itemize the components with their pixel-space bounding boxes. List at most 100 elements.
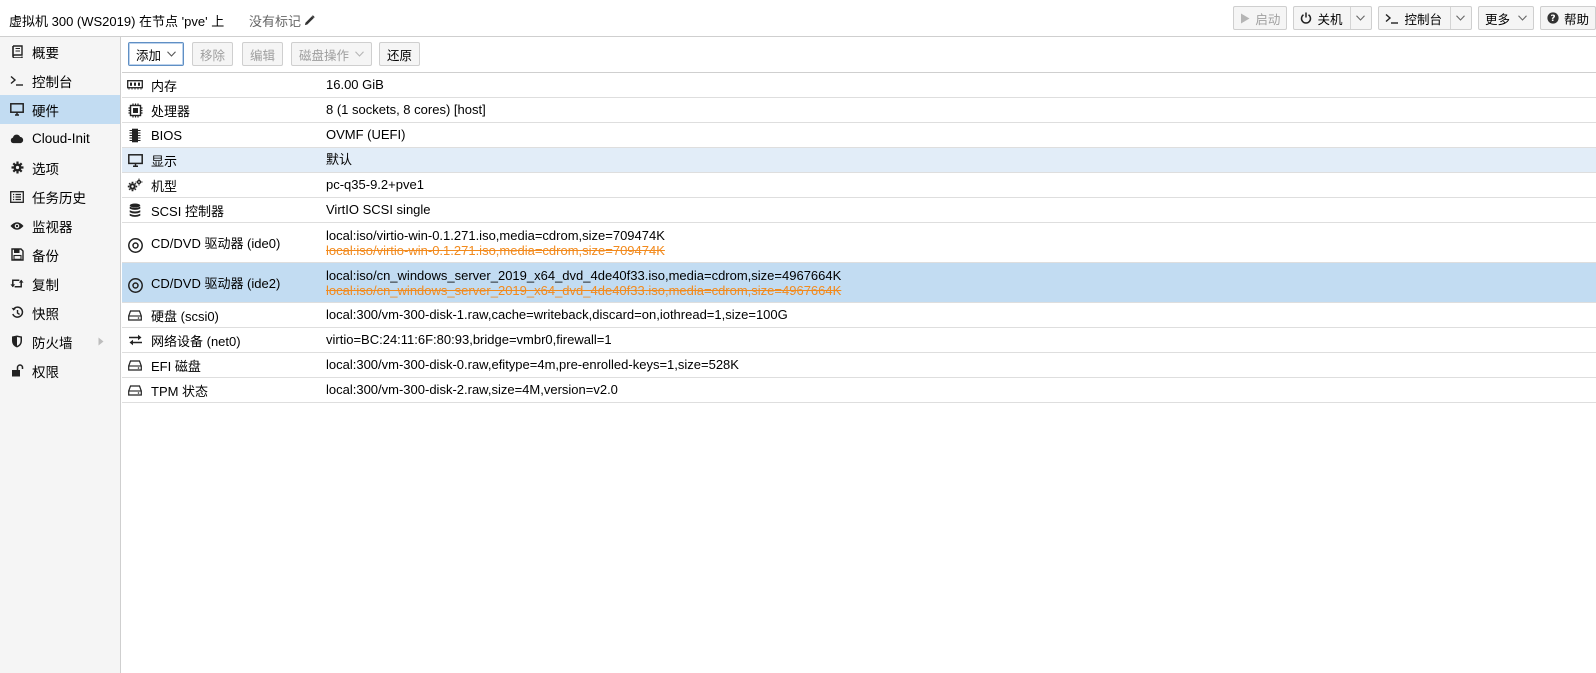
sidebar-item-summary[interactable]: 概要 <box>0 37 120 66</box>
row-value-cell: local:300/vm-300-disk-1.raw,cache=writeb… <box>326 303 1596 327</box>
play-icon <box>1240 13 1250 24</box>
row-value: 16.00 GiB <box>326 77 384 92</box>
row-key: 内存 <box>151 78 178 94</box>
sidebar-item-replication[interactable]: 复制 <box>0 269 120 298</box>
table-row[interactable]: 硬盘 (scsi0) local:300/vm-300-disk-1.raw,c… <box>122 303 1596 328</box>
more-button[interactable]: 更多 <box>1477 6 1534 30</box>
sidebar-item-backup[interactable]: 备份 <box>0 240 120 269</box>
sidebar-item-monitor[interactable]: 监视器 <box>0 211 120 240</box>
row-value-cell: VirtIO SCSI single <box>326 198 1596 222</box>
row-key-cell: 显示 <box>122 148 326 172</box>
row-key: 网络设备 (net0) <box>151 333 241 349</box>
sidebar-item-task-history[interactable]: 任务历史 <box>0 182 120 211</box>
sidebar-item-snapshots[interactable]: 快照 <box>0 298 120 327</box>
sidebar-item-label: 防火墙 <box>32 335 73 351</box>
row-value-cell: 16.00 GiB <box>326 73 1596 97</box>
eye-icon <box>10 219 24 233</box>
sidebar-item-firewall[interactable]: 防火墙 <box>0 327 120 356</box>
hardware-toolbar: 添加 移除 编辑 磁盘操作 还原 <box>122 37 1596 73</box>
console-label: 控制台 <box>1404 12 1442 27</box>
start-label: 启动 <box>1255 12 1281 27</box>
edit-label: 编辑 <box>250 48 276 63</box>
row-value: pc-q35-9.2+pve1 <box>326 177 424 192</box>
table-row[interactable]: 网络设备 (net0) virtio=BC:24:11:6F:80:93,bri… <box>122 328 1596 353</box>
table-row[interactable]: SCSI 控制器 VirtIO SCSI single <box>122 198 1596 223</box>
row-key-cell: CD/DVD 驱动器 (ide2) <box>122 263 326 302</box>
chevron-down-icon <box>355 51 364 57</box>
remove-button[interactable]: 移除 <box>192 42 234 66</box>
table-row[interactable]: TPM 状态 local:300/vm-300-disk-2.raw,size=… <box>122 378 1596 403</box>
sidebar-item-console[interactable]: 控制台 <box>0 66 120 95</box>
table-row[interactable]: 显示 默认 <box>122 148 1596 173</box>
add-button[interactable]: 添加 <box>128 42 185 66</box>
row-key: 机型 <box>151 178 178 194</box>
table-row[interactable]: BIOS OVMF (UEFI) <box>122 123 1596 148</box>
row-key: 显示 <box>151 153 178 169</box>
row-value: 8 (1 sockets, 8 cores) [host] <box>326 102 486 117</box>
sidebar-item-label: 控制台 <box>32 74 73 90</box>
unlock-icon <box>10 364 24 378</box>
sidebar: 概要 控制台 硬件 Cloud-Init 选项 任务历史 监视器 备份 复制 快… <box>0 37 121 673</box>
row-value: VirtIO SCSI single <box>326 202 431 217</box>
shutdown-button[interactable]: 关机 <box>1293 6 1373 30</box>
gear-icon <box>10 161 24 175</box>
row-key: CD/DVD 驱动器 (ide2) <box>151 276 281 291</box>
sidebar-item-label: 监视器 <box>32 219 73 235</box>
help-button[interactable]: ? 帮助 <box>1539 6 1596 30</box>
disk-action-label: 磁盘操作 <box>299 48 350 63</box>
table-row[interactable]: CD/DVD 驱动器 (ide0) local:iso/virtio-win-0… <box>122 223 1596 263</box>
disk-action-button[interactable]: 磁盘操作 <box>291 42 373 66</box>
row-key: SCSI 控制器 <box>151 203 224 219</box>
list-icon <box>10 190 24 204</box>
chevron-down-icon <box>167 51 176 57</box>
svg-text:?: ? <box>1550 14 1555 24</box>
table-row[interactable]: 处理器 8 (1 sockets, 8 cores) [host] <box>122 98 1596 123</box>
database-icon <box>127 202 143 218</box>
row-key-cell: TPM 状态 <box>122 378 326 402</box>
desktop-icon <box>10 103 24 117</box>
row-key-cell: 机型 <box>122 173 326 197</box>
tags-editor[interactable]: 没有标记 <box>249 11 315 30</box>
pencil-icon[interactable] <box>304 15 315 26</box>
row-key: EFI 磁盘 <box>151 358 201 374</box>
revert-label: 还原 <box>387 48 413 63</box>
shutdown-menu-chevron-down-icon[interactable] <box>1350 7 1366 29</box>
hdd-icon <box>127 357 143 373</box>
row-value-cell: OVMF (UEFI) <box>326 123 1596 147</box>
chevron-down-icon <box>1518 15 1527 21</box>
table-row[interactable]: 机型 pc-q35-9.2+pve1 <box>122 173 1596 198</box>
floppy-icon <box>10 248 24 262</box>
cogs-icon <box>127 177 143 193</box>
terminal-icon <box>10 74 24 88</box>
table-row[interactable]: 内存 16.00 GiB <box>122 73 1596 98</box>
table-row[interactable]: EFI 磁盘 local:300/vm-300-disk-0.raw,efity… <box>122 353 1596 378</box>
row-value: 默认 <box>326 152 353 167</box>
row-value-cell: local:iso/virtio-win-0.1.271.iso,media=c… <box>326 223 1596 262</box>
row-key-cell: BIOS <box>122 123 326 147</box>
table-row[interactable]: CD/DVD 驱动器 (ide2) local:iso/cn_windows_s… <box>122 263 1596 303</box>
history-icon <box>10 306 24 320</box>
row-value-cell: 8 (1 sockets, 8 cores) [host] <box>326 98 1596 122</box>
sidebar-item-hardware[interactable]: 硬件 <box>0 95 120 124</box>
cdrom-icon <box>127 277 143 293</box>
row-value: local:300/vm-300-disk-0.raw,efitype=4m,p… <box>326 357 739 372</box>
memory-icon <box>127 77 143 93</box>
row-key-cell: 处理器 <box>122 98 326 122</box>
top-actions: 启动 关机 控制台 更多 ? 帮助 <box>1233 6 1596 30</box>
exchange-icon <box>127 332 143 348</box>
row-value-cell: local:iso/cn_windows_server_2019_x64_dvd… <box>326 263 1596 302</box>
sidebar-item-permissions[interactable]: 权限 <box>0 356 120 385</box>
start-button[interactable]: 启动 <box>1233 6 1288 30</box>
row-key-cell: EFI 磁盘 <box>122 353 326 377</box>
sidebar-item-cloud-init[interactable]: Cloud-Init <box>0 124 120 153</box>
row-value-cell: 默认 <box>326 148 1596 172</box>
console-menu-chevron-down-icon[interactable] <box>1449 7 1465 29</box>
shutdown-label: 关机 <box>1317 12 1343 27</box>
sidebar-item-label: 任务历史 <box>32 190 86 206</box>
console-button[interactable]: 控制台 <box>1378 6 1472 30</box>
sidebar-item-options[interactable]: 选项 <box>0 153 120 182</box>
caret-right-icon[interactable] <box>98 337 104 346</box>
revert-button[interactable]: 还原 <box>379 42 421 66</box>
row-key: TPM 状态 <box>151 383 209 399</box>
edit-button[interactable]: 编辑 <box>242 42 284 66</box>
